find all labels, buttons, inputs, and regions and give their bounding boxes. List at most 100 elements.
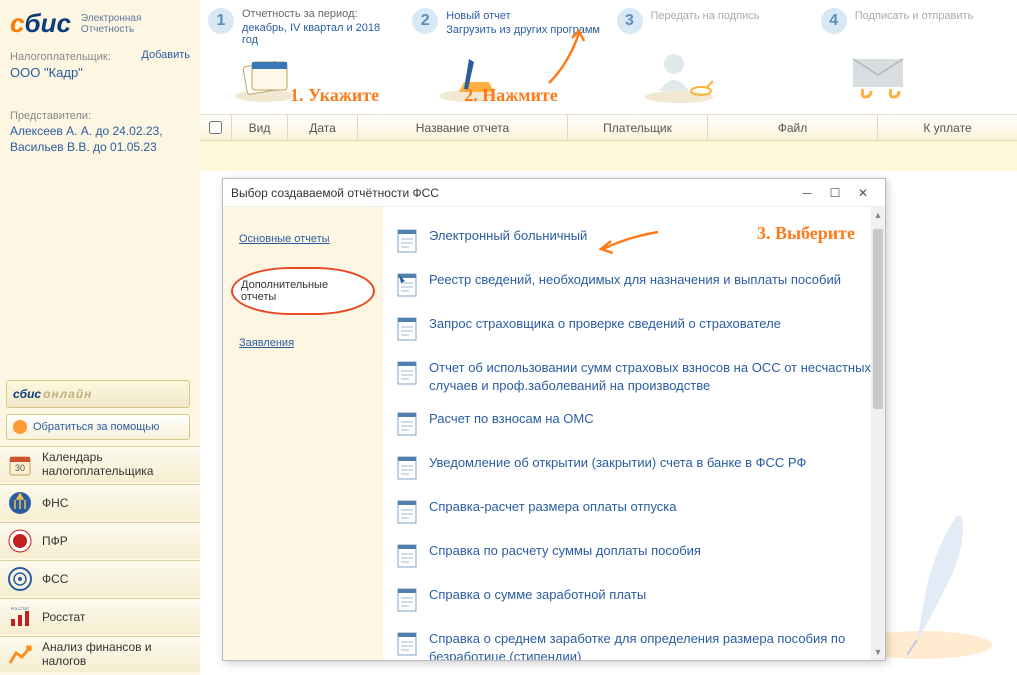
step-link[interactable]: декабрь, IV квартал и 2018 год xyxy=(242,22,396,46)
wizard-step-1[interactable]: 1 Отчетность за период: декабрь, IV квар… xyxy=(200,8,404,106)
select-all-checkbox[interactable] xyxy=(200,115,232,140)
nav-fss[interactable]: ФСС xyxy=(0,560,200,596)
step-number: 1 xyxy=(208,8,234,34)
report-label: Справка по расчету суммы доплаты пособия xyxy=(429,542,701,560)
fns-icon xyxy=(8,491,32,515)
report-item[interactable]: Справка-расчет размера оплаты отпуска xyxy=(391,490,877,534)
document-icon xyxy=(395,454,419,482)
report-label: Отчет об использовании сумм страховых вз… xyxy=(429,359,873,394)
nav-calendar[interactable]: 30 Календарь налогоплательщика xyxy=(0,446,200,482)
report-label: Справка-расчет размера оплаты отпуска xyxy=(429,498,677,516)
scroll-down-icon[interactable]: ▼ xyxy=(871,644,885,660)
document-icon xyxy=(395,315,419,343)
dialog-title: Выбор создаваемой отчётности ФСС xyxy=(231,186,793,200)
table-body xyxy=(200,141,1017,171)
col-payment[interactable]: К уплате xyxy=(878,115,1017,140)
wizard-step-2[interactable]: 2 Новый отчет Загрузить из других програ… xyxy=(404,8,608,106)
dialog-scrollbar[interactable]: ▲ ▼ xyxy=(871,207,885,660)
nav-label: Календарь налогоплательщика xyxy=(42,451,192,477)
document-icon xyxy=(395,498,419,526)
document-icon xyxy=(395,542,419,570)
minimize-button[interactable]: ─ xyxy=(793,183,821,203)
report-item[interactable]: Запрос страховщика о проверке сведений о… xyxy=(391,307,877,351)
wizard-step-4[interactable]: 4 Подписать и отправить xyxy=(813,8,1017,106)
col-file[interactable]: Файл xyxy=(708,115,878,140)
step-number: 2 xyxy=(412,8,438,34)
scroll-up-icon[interactable]: ▲ xyxy=(871,207,885,223)
scroll-thumb[interactable] xyxy=(873,229,883,409)
report-item[interactable]: Справка по расчету суммы доплаты пособия xyxy=(391,534,877,578)
document-icon xyxy=(395,271,419,299)
nav-label: ФСС xyxy=(42,572,68,586)
annotation-3: 3. Выберите xyxy=(757,223,855,244)
arrow-annotation-icon xyxy=(544,23,594,93)
add-taxpayer-link[interactable]: Добавить xyxy=(141,49,190,61)
help-icon xyxy=(13,420,27,434)
report-item[interactable]: Справка о среднем заработке для определе… xyxy=(391,622,877,660)
pfr-icon xyxy=(8,529,32,553)
dialog-titlebar[interactable]: Выбор создаваемой отчётности ФСС ─ ☐ ✕ xyxy=(223,179,885,207)
report-item[interactable]: Отчет об использовании сумм страховых вз… xyxy=(391,351,877,402)
taxpayer-label: Налогоплательщик: xyxy=(10,51,111,63)
dialog-nav: Основные отчеты Дополнительные отчеты За… xyxy=(223,207,383,660)
rosstat-icon: РОССТАТ xyxy=(8,605,32,629)
dialog-nav-additional[interactable]: Дополнительные отчеты xyxy=(231,267,375,315)
report-label: Реестр сведений, необходимых для назначе… xyxy=(429,271,841,289)
representative-link[interactable]: Алексеев А. А. до 24.02.23, xyxy=(10,124,190,138)
dialog-nav-main[interactable]: Основные отчеты xyxy=(231,223,375,255)
report-item[interactable]: Расчет по взносам на ОМС xyxy=(391,402,877,446)
report-item[interactable]: Уведомление об открытии (закрытии) счета… xyxy=(391,446,877,490)
col-payer[interactable]: Плательщик xyxy=(568,115,708,140)
step-link: Подписать и отправить xyxy=(855,10,974,22)
svg-text:РОССТАТ: РОССТАТ xyxy=(11,606,30,611)
report-item[interactable]: Справка о сумме заработной платы xyxy=(391,578,877,622)
nav-label: Росстат xyxy=(42,610,85,624)
report-label: Уведомление об открытии (закрытии) счета… xyxy=(429,454,806,472)
logo-brand: бис xyxy=(24,8,70,38)
document-icon xyxy=(395,586,419,614)
arrow-annotation-icon xyxy=(593,227,663,257)
col-date[interactable]: Дата xyxy=(288,115,358,140)
nav-label: Анализ финансов и налогов xyxy=(42,641,192,667)
step-number: 3 xyxy=(617,8,643,34)
col-name[interactable]: Название отчета xyxy=(358,115,568,140)
nav-pfr[interactable]: ПФР xyxy=(0,522,200,558)
representative-link[interactable]: Васильев В.В. до 01.05.23 xyxy=(10,140,190,154)
sidebar: сбис Электронная Отчетность Налогоплател… xyxy=(0,0,200,675)
report-label: Расчет по взносам на ОМС xyxy=(429,410,594,428)
company-name[interactable]: ООО "Кадр" xyxy=(10,65,190,80)
close-button[interactable]: ✕ xyxy=(849,183,877,203)
nav-fns[interactable]: ФНС xyxy=(0,484,200,520)
document-icon xyxy=(395,359,419,387)
step-title: Отчетность за период: xyxy=(242,8,396,20)
report-selection-dialog: Выбор создаваемой отчётности ФСС ─ ☐ ✕ О… xyxy=(222,178,886,661)
calendar-icon: 30 xyxy=(8,453,32,477)
table-header: Вид Дата Название отчета Плательщик Файл… xyxy=(200,115,1017,141)
step-title[interactable]: Новый отчет xyxy=(446,10,600,22)
annotation-1: 1. Укажите xyxy=(290,85,379,106)
dialog-nav-applications[interactable]: Заявления xyxy=(231,327,375,359)
maximize-button[interactable]: ☐ xyxy=(821,183,849,203)
document-icon xyxy=(395,630,419,658)
col-type[interactable]: Вид xyxy=(232,115,288,140)
logo-accent: с xyxy=(10,8,24,38)
help-button[interactable]: Обратиться за помощью xyxy=(6,414,190,440)
envelope-graphic-icon xyxy=(843,49,923,104)
report-label: Запрос страховщика о проверке сведений о… xyxy=(429,315,781,333)
document-icon xyxy=(395,410,419,438)
document-icon xyxy=(395,227,419,255)
help-label: Обратиться за помощью xyxy=(33,421,159,433)
report-label: Электронный больничный xyxy=(429,227,587,245)
representatives-label: Представители: xyxy=(10,110,190,122)
nav-analysis[interactable]: Анализ финансов и налогов xyxy=(0,636,200,672)
nav-rosstat[interactable]: РОССТАТ Росстат xyxy=(0,598,200,634)
app-logo: сбис Электронная Отчетность xyxy=(10,8,190,39)
report-item[interactable]: Реестр сведений, необходимых для назначе… xyxy=(391,263,877,307)
step-number: 4 xyxy=(821,8,847,34)
logo-subtitle: Электронная Отчетность xyxy=(81,13,141,35)
wizard-step-3[interactable]: 3 Передать на подпись xyxy=(609,8,813,106)
dialog-content: 3. Выберите Электронный больничный Реестр… xyxy=(383,207,885,660)
fss-icon xyxy=(8,567,32,591)
person-graphic-icon xyxy=(639,49,719,104)
sbis-online-button[interactable]: сбис онлайн xyxy=(6,380,190,408)
